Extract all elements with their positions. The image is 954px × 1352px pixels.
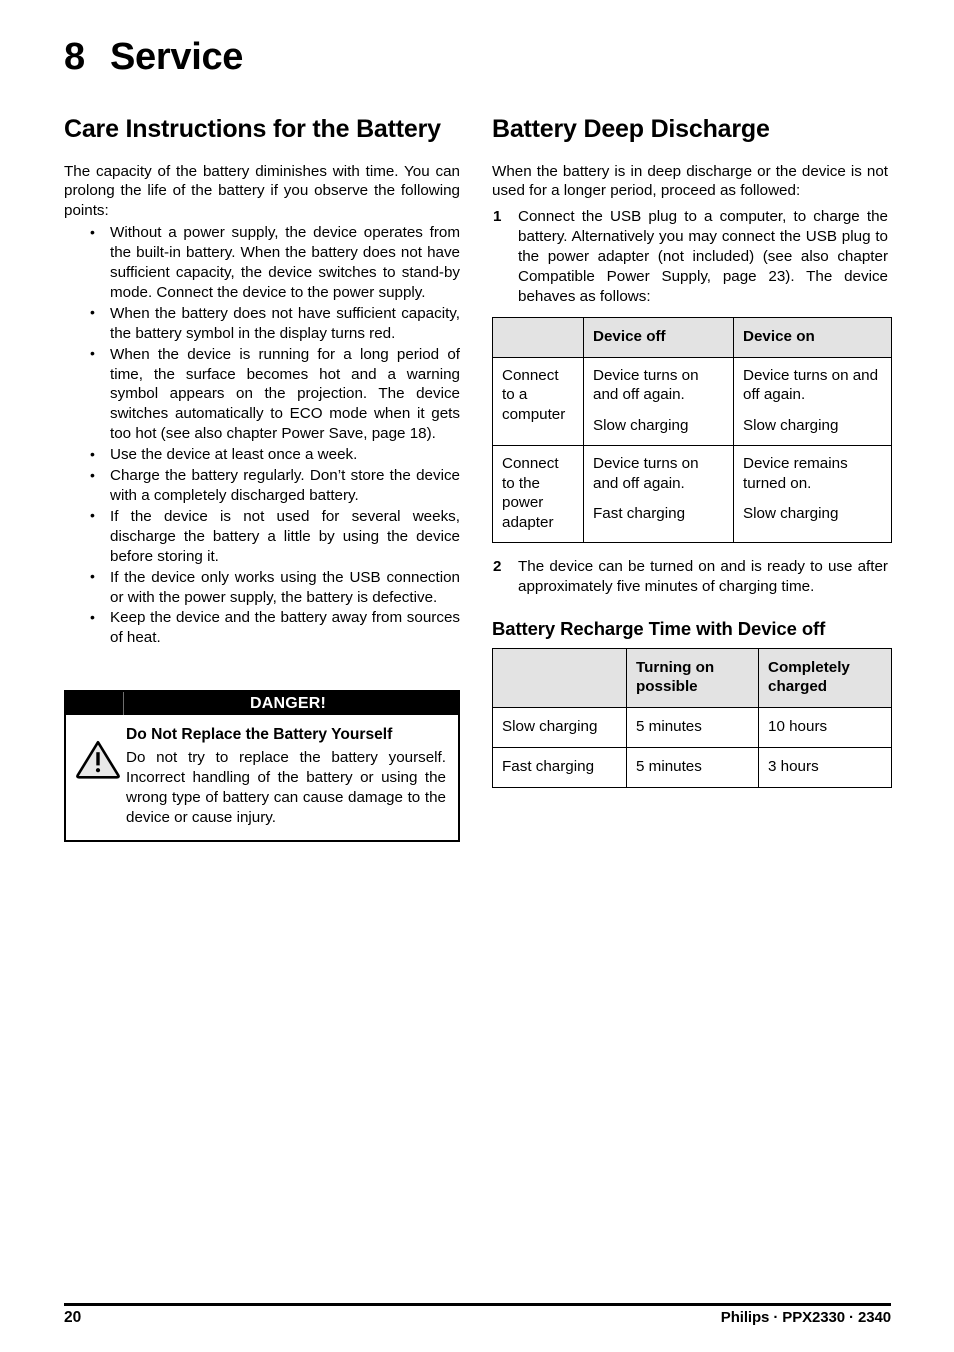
cell-line: Device turns on and off again. — [743, 366, 879, 404]
warning-triangle-icon — [76, 740, 120, 779]
chapter-number: 8 — [64, 36, 85, 78]
step-number: 2 — [493, 557, 502, 575]
cell-line: Slow charging — [593, 417, 689, 435]
danger-header-bar: DANGER! — [66, 692, 458, 715]
danger-callout-box: DANGER! Do Not Replace the Battery Yours… — [64, 690, 460, 842]
list-item: 2 The device can be turned on and is read… — [492, 557, 888, 597]
table-cell-turning-on: 5 minutes — [626, 746, 759, 788]
danger-text-cell: Do Not Replace the Battery Yourself Do n… — [126, 725, 446, 828]
danger-paragraph: Do not try to replace the battery yourse… — [126, 749, 446, 826]
right-column: Battery Deep Discharge When the battery … — [492, 112, 892, 788]
table-row: Connect to the power adapter Device turn… — [492, 444, 892, 543]
left-column: Care Instructions for the Battery The ca… — [64, 112, 460, 649]
table-header-cell-blank — [492, 316, 584, 358]
list-item: When the device is running for a long pe… — [64, 344, 460, 445]
table-header-cell-device-on: Device on — [733, 316, 892, 358]
table-deep-discharge-behaviour: Device off Device on Connect to a comput… — [492, 316, 892, 543]
table-cell-turning-on: 5 minutes — [626, 707, 759, 748]
step-text: The device can be turned on and is ready… — [518, 557, 888, 595]
deep-discharge-step-list-first: 1 Connect the USB plug to a computer, to … — [492, 207, 888, 307]
table-cell-device-off: Device turns on and off again. Fast char… — [583, 444, 734, 543]
page-title: 8 Service — [64, 36, 244, 78]
table-cell-completely-charged: 10 hours — [758, 707, 892, 748]
footer-brand: Philips · PPX2330 · 2340 — [720, 1309, 891, 1326]
list-item: If the device only works using the USB c… — [64, 567, 460, 608]
footer: 20 Philips · PPX2330 · 2340 — [64, 1309, 891, 1327]
danger-icon-cell — [70, 725, 126, 828]
page-number: 20 — [64, 1309, 82, 1326]
table-header-cell-blank — [492, 647, 627, 709]
subsection-heading-recharge-time: Battery Recharge Time with Device off — [492, 617, 826, 639]
table-cell-row-label: Connect to the power adapter — [492, 444, 584, 543]
list-item: Charge the battery regularly. Don’t stor… — [64, 466, 460, 506]
table-row: Slow charging 5 minutes 10 hours — [492, 707, 892, 748]
danger-heading: Do Not Replace the Battery Yourself — [126, 726, 393, 743]
list-item: 1 Connect the USB plug to a computer, to … — [492, 207, 888, 307]
table-cell-device-off: Device turns on and off again. Slow char… — [583, 356, 734, 446]
table-row: Connect to a computer Device turns on an… — [492, 356, 892, 446]
page: 8 Service Care Instructions for the Batte… — [0, 0, 954, 1352]
step-number: 1 — [493, 208, 502, 226]
cell-line: Device remains turned on. — [743, 454, 848, 492]
danger-label: DANGER! — [249, 694, 327, 712]
table-cell-row-label: Fast charging — [492, 746, 627, 788]
table-battery-recharge-time: Turning on possible Completely charged S… — [492, 647, 892, 788]
table-cell-device-on: Device remains turned on. Slow charging — [733, 444, 892, 543]
section-heading-battery-deep-discharge: Battery Deep Discharge — [492, 115, 770, 143]
step-text: Connect the USB plug to a computer, to c… — [518, 208, 888, 305]
table-cell-completely-charged: 3 hours — [758, 746, 892, 788]
table-cell-device-on: Device turns on and off again. Slow char… — [733, 356, 892, 446]
table-cell-row-label: Slow charging — [492, 707, 627, 748]
footer-divider — [64, 1303, 891, 1306]
table-cell-row-label: Connect to a computer — [492, 356, 584, 446]
table-header-cell-completely-charged: Completely charged — [758, 647, 892, 709]
table-header-row: Device off Device on — [492, 316, 892, 358]
table-header-cell-device-off: Device off — [583, 316, 734, 358]
list-item: Without a power supply, the device opera… — [64, 223, 460, 303]
list-item: If the device is not used for several we… — [64, 506, 460, 567]
deep-discharge-intro-paragraph: When the battery is in deep discharge or… — [492, 162, 888, 200]
cell-line: Device turns on and off again. — [593, 454, 699, 492]
danger-bar-gutter — [66, 692, 124, 715]
table-header-cell-turning-on-possible: Turning on possible — [626, 647, 759, 709]
table-row: Fast charging 5 minutes 3 hours — [492, 746, 892, 788]
cell-line: Slow charging — [743, 505, 839, 523]
care-bullet-list: Without a power supply, the device opera… — [64, 223, 460, 648]
table-header-row: Turning on possible Completely charged — [492, 647, 892, 709]
list-item: Use the device at least once a week. — [64, 445, 460, 465]
deep-discharge-step-list-second: 2 The device can be turned on and is read… — [492, 557, 888, 597]
cell-line: Device turns on and off again. — [593, 366, 699, 404]
cell-line: Slow charging — [743, 417, 839, 435]
list-item: Keep the device and the battery away fro… — [64, 608, 460, 648]
section-heading-care-instructions: Care Instructions for the Battery — [64, 115, 441, 143]
cell-line: Fast charging — [593, 505, 686, 523]
list-item: When the battery does not have sufficien… — [64, 303, 460, 344]
chapter-title-text: Service — [110, 36, 244, 78]
danger-body: Do Not Replace the Battery Yourself Do n… — [66, 715, 458, 840]
care-intro-paragraph: The capacity of the battery diminishes w… — [64, 162, 460, 220]
